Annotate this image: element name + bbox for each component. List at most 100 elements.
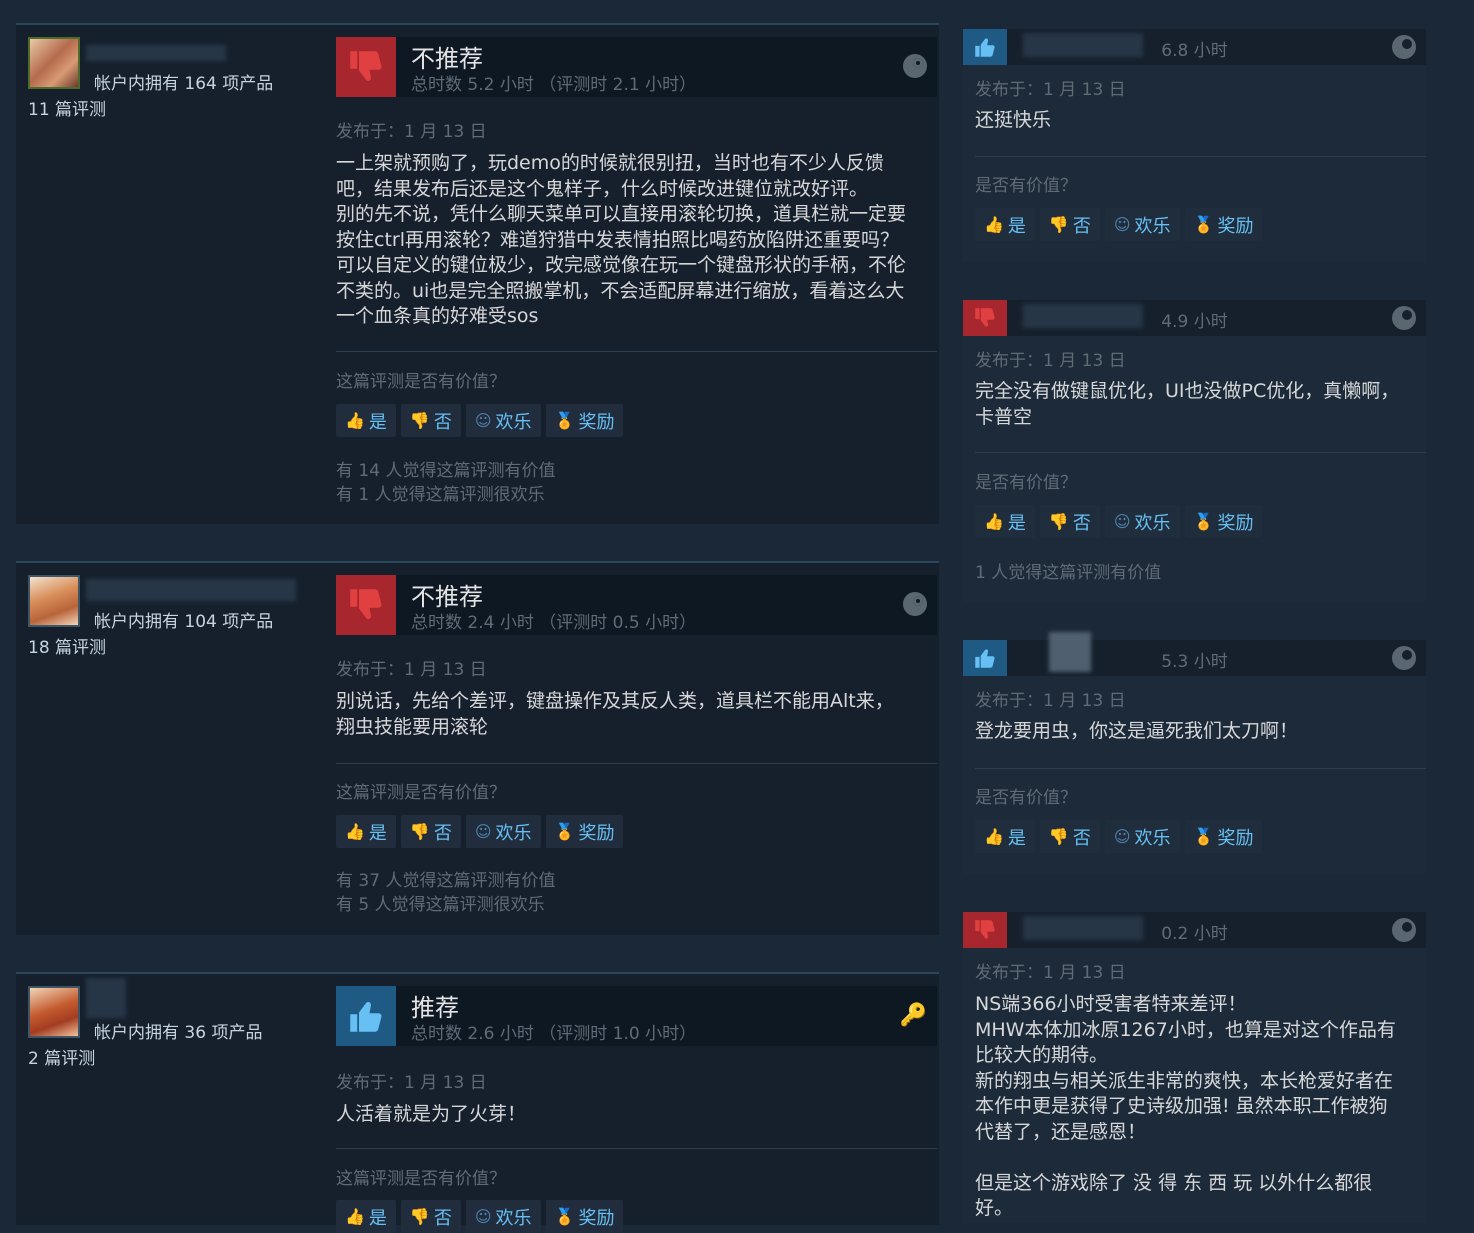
thumbs-up-icon: 👍 bbox=[345, 1207, 365, 1226]
thumbs-up-icon: 👍 bbox=[345, 411, 365, 430]
award-icon: 🏅 bbox=[1193, 827, 1214, 846]
award-button[interactable]: 🏅 奖励 bbox=[545, 815, 624, 848]
thumbs-down-icon: 👎 bbox=[1048, 512, 1069, 531]
helpful-question: 是否有价值？ bbox=[975, 788, 1077, 808]
award-button[interactable]: 🏅 奖励 bbox=[1184, 820, 1263, 853]
thumbs-down-icon: 👎 bbox=[409, 822, 430, 841]
review-count[interactable]: 18 篇评测 bbox=[28, 633, 106, 658]
funny-button[interactable]: ☺ 欢乐 bbox=[465, 815, 541, 848]
award-label: 奖励 bbox=[578, 1207, 615, 1229]
playtime: 总时数 2.6 小时 （评测时 1.0 小时） bbox=[411, 1024, 697, 1044]
yes-button[interactable]: 👍 是 bbox=[975, 820, 1035, 853]
steam-icon bbox=[1392, 918, 1416, 942]
award-button[interactable]: 🏅 奖励 bbox=[545, 1200, 624, 1233]
funny-button[interactable]: ☺ 欢乐 bbox=[1104, 820, 1180, 853]
playtime: 5.3 小时 bbox=[1161, 652, 1228, 672]
yes-label: 是 bbox=[1007, 827, 1026, 849]
no-button[interactable]: 👎 否 bbox=[1039, 208, 1100, 241]
thumbs-down-icon bbox=[336, 37, 396, 97]
award-label: 奖励 bbox=[1217, 512, 1254, 534]
no-label: 否 bbox=[433, 822, 452, 844]
award-button[interactable]: 🏅 奖励 bbox=[1184, 208, 1263, 241]
avatar[interactable] bbox=[28, 986, 80, 1038]
funny-button[interactable]: ☺ 欢乐 bbox=[1104, 208, 1180, 241]
yes-label: 是 bbox=[1007, 215, 1026, 237]
smiley-icon: ☺ bbox=[474, 411, 492, 430]
vote-buttons: 👍 是 👎 否 ☺ 欢乐 🏅 奖励 bbox=[975, 820, 1263, 853]
review-content: 完全没有做键鼠优化，UI也没做PC优化，真懒啊， 卡普空 bbox=[975, 380, 1400, 428]
key-icon: 🔑 bbox=[899, 1003, 927, 1028]
no-button[interactable]: 👎 否 bbox=[400, 404, 461, 437]
divider bbox=[975, 768, 1426, 769]
yes-button[interactable]: 👍 是 bbox=[336, 404, 396, 437]
vote-header[interactable]: 推荐 总时数 2.6 小时 （评测时 1.0 小时） 🔑 bbox=[336, 986, 937, 1046]
yes-button[interactable]: 👍 是 bbox=[336, 815, 396, 848]
review-count[interactable]: 2 篇评测 bbox=[28, 1044, 95, 1069]
funny-button[interactable]: ☺ 欢乐 bbox=[465, 404, 541, 437]
divider bbox=[336, 763, 937, 764]
helpful-count: 有 37 人觉得这篇评测有价值 bbox=[336, 871, 556, 891]
review-content: 人活着就是为了火芽！ bbox=[336, 1103, 527, 1125]
review-content: 登龙要用虫，你这是逼死我们太刀啊！ bbox=[975, 720, 1299, 742]
no-button[interactable]: 👎 否 bbox=[400, 815, 461, 848]
mini-review-header[interactable]: 6.8 小时 bbox=[963, 29, 1426, 65]
mini-review-card: 4.9 小时 发布于：1 月 13 日 完全没有做键鼠优化，UI也没做PC优化，… bbox=[963, 300, 1426, 602]
funny-label: 欢乐 bbox=[1134, 215, 1171, 237]
no-button[interactable]: 👎 否 bbox=[1039, 505, 1100, 538]
helpful-count: 有 14 人觉得这篇评测有价值 bbox=[336, 461, 556, 481]
review-card: 帐户内拥有 104 项产品 18 篇评测 不推荐 总时数 2.4 小时 （评测时… bbox=[16, 561, 939, 935]
mini-review-header[interactable]: 5.3 小时 bbox=[963, 632, 1426, 676]
mini-review-card: 0.2 小时 发布于：1 月 13 日 NS端366小时受害者特来差评！ MHW… bbox=[963, 912, 1426, 1223]
divider bbox=[336, 1148, 937, 1149]
review-content: NS端366小时受害者特来差评！ MHW本体加冰原1267小时，也算是对这个作品… bbox=[975, 993, 1396, 1219]
no-label: 否 bbox=[433, 1207, 452, 1229]
smiley-icon: ☺ bbox=[474, 1207, 492, 1226]
funny-label: 欢乐 bbox=[495, 1207, 532, 1229]
smiley-icon: ☺ bbox=[1113, 215, 1131, 234]
thumbs-down-icon: 👎 bbox=[409, 1207, 430, 1226]
helpful-count: 1 人觉得这篇评测有价值 bbox=[975, 563, 1162, 583]
posted-date: 发布于：1 月 13 日 bbox=[336, 122, 487, 142]
yes-button[interactable]: 👍 是 bbox=[975, 505, 1035, 538]
verdict-title: 不推荐 bbox=[411, 45, 483, 73]
award-button[interactable]: 🏅 奖励 bbox=[545, 404, 624, 437]
avatar[interactable] bbox=[28, 575, 80, 627]
funny-button[interactable]: ☺ 欢乐 bbox=[465, 1200, 541, 1233]
mini-review-header[interactable]: 0.2 小时 bbox=[963, 912, 1426, 948]
steam-icon bbox=[903, 592, 927, 616]
playtime: 0.2 小时 bbox=[1161, 924, 1228, 944]
posted-date: 发布于：1 月 13 日 bbox=[975, 963, 1126, 983]
funny-button[interactable]: ☺ 欢乐 bbox=[1104, 505, 1180, 538]
no-label: 否 bbox=[1072, 215, 1091, 237]
no-button[interactable]: 👎 否 bbox=[400, 1200, 461, 1233]
yes-button[interactable]: 👍 是 bbox=[336, 1200, 396, 1233]
smiley-icon: ☺ bbox=[474, 822, 492, 841]
avatar[interactable] bbox=[28, 37, 80, 89]
products-owned[interactable]: 帐户内拥有 164 项产品 bbox=[94, 69, 273, 94]
award-label: 奖励 bbox=[1217, 827, 1254, 849]
funny-label: 欢乐 bbox=[495, 822, 532, 844]
yes-button[interactable]: 👍 是 bbox=[975, 208, 1035, 241]
award-icon: 🏅 bbox=[1193, 215, 1214, 234]
mini-review-header[interactable]: 4.9 小时 bbox=[963, 300, 1426, 336]
review-stats: 有 37 人觉得这篇评测有价值 有 5 人觉得这篇评测很欢乐 bbox=[336, 869, 555, 917]
verdict-title: 推荐 bbox=[411, 994, 459, 1022]
award-label: 奖励 bbox=[1217, 215, 1254, 237]
vote-buttons: 👍 是 👎 否 ☺ 欢乐 🏅 奖励 bbox=[336, 404, 624, 437]
review-count[interactable]: 11 篇评测 bbox=[28, 95, 106, 120]
review-content: 别说话，先给个差评，键盘操作及其反人类，道具栏不能用Alt来， 翔虫技能要用滚轮 bbox=[336, 690, 894, 738]
thumbs-up-icon: 👍 bbox=[984, 512, 1004, 531]
posted-date: 发布于：1 月 13 日 bbox=[975, 691, 1126, 711]
award-button[interactable]: 🏅 奖励 bbox=[1184, 505, 1263, 538]
products-owned[interactable]: 帐户内拥有 104 项产品 bbox=[94, 607, 273, 632]
no-button[interactable]: 👎 否 bbox=[1039, 820, 1100, 853]
vote-header[interactable]: 不推荐 总时数 2.4 小时 （评测时 0.5 小时） bbox=[336, 575, 937, 635]
steam-icon bbox=[1392, 646, 1416, 670]
products-owned[interactable]: 帐户内拥有 36 项产品 bbox=[94, 1018, 262, 1043]
playtime: 总时数 5.2 小时 （评测时 2.1 小时） bbox=[411, 75, 697, 95]
yes-label: 是 bbox=[368, 411, 387, 433]
vote-header[interactable]: 不推荐 总时数 5.2 小时 （评测时 2.1 小时） bbox=[336, 37, 937, 97]
divider bbox=[336, 351, 937, 352]
divider bbox=[975, 156, 1426, 157]
vote-buttons: 👍 是 👎 否 ☺ 欢乐 🏅 奖励 bbox=[975, 208, 1263, 241]
